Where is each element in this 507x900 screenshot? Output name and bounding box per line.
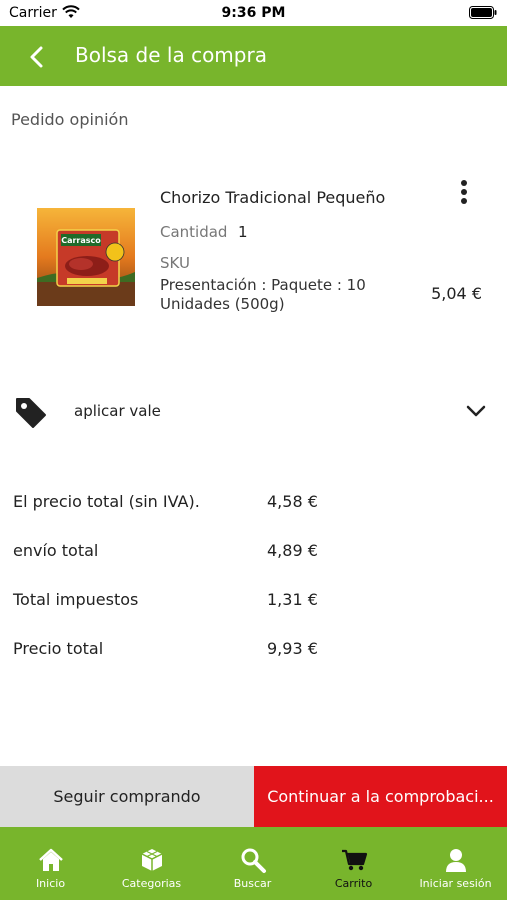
tab-label: Inicio: [35, 877, 66, 890]
summary-row-taxes: Total impuestos 1,31 €: [0, 586, 507, 616]
status-bar: Carrier 9:36 PM: [0, 0, 507, 26]
item-price: 5,04 €: [431, 284, 482, 303]
summary-value: 1,31 €: [267, 590, 318, 609]
tag-icon: [16, 398, 46, 428]
cart-actions: Seguir comprando Continuar a la comproba…: [0, 766, 507, 827]
tab-bar: Inicio Categorias Buscar Carrito Iniciar…: [0, 827, 507, 900]
summary-row-subtotal: El precio total (sin IVA). 4,58 €: [0, 488, 507, 518]
continue-shopping-button[interactable]: Seguir comprando: [0, 766, 254, 827]
summary-label: El precio total (sin IVA).: [13, 492, 200, 511]
summary-label: Total impuestos: [13, 590, 139, 609]
apply-voucher-row[interactable]: aplicar vale: [0, 386, 507, 438]
tab-label: Carrito: [334, 877, 373, 890]
page-title: Bolsa de la compra: [75, 43, 267, 67]
summary-row-total: Precio total 9,93 €: [0, 635, 507, 665]
tab-label: Buscar: [233, 877, 272, 890]
cart-icon: [341, 849, 367, 871]
clock: 9:36 PM: [221, 5, 286, 21]
tab-label: Categorias: [121, 877, 182, 890]
product-package-image: Carrasco: [37, 208, 135, 306]
quantity-value: 1: [238, 223, 248, 241]
sku-label: SKU: [160, 254, 190, 272]
chevron-left-icon[interactable]: [20, 40, 54, 74]
tab-login[interactable]: Iniciar sesión: [404, 827, 507, 900]
user-icon: [445, 849, 466, 872]
battery-icon: [469, 6, 497, 19]
summary-value: 4,89 €: [267, 541, 318, 560]
summary-label: envío total: [13, 541, 99, 560]
tab-label: Iniciar sesión: [419, 877, 492, 890]
tab-search[interactable]: Buscar: [202, 827, 303, 900]
search-icon: [241, 848, 266, 873]
summary-value: 9,93 €: [267, 639, 318, 658]
tab-categories[interactable]: Categorias: [101, 827, 202, 900]
voucher-label: aplicar vale: [74, 402, 161, 420]
section-label: Pedido opinión: [11, 110, 129, 129]
product-image[interactable]: Carrasco: [37, 208, 135, 306]
chevron-down-icon[interactable]: [466, 404, 486, 418]
quantity-label: Cantidad: [160, 223, 228, 241]
product-brand-text: Carrasco: [61, 236, 101, 245]
product-presentation: Presentación : Paquete : 10 Unidades (50…: [160, 276, 366, 313]
summary-row-shipping: envío total 4,89 €: [0, 537, 507, 567]
product-name[interactable]: Chorizo Tradicional Pequeño: [160, 188, 385, 207]
summary-value: 4,58 €: [267, 492, 318, 511]
cube-icon: [141, 849, 162, 871]
tab-cart[interactable]: Carrito: [303, 827, 404, 900]
nav-bar: Bolsa de la compra: [0, 26, 507, 86]
more-vertical-icon[interactable]: [452, 178, 476, 208]
home-icon: [38, 848, 63, 871]
summary-label: Precio total: [13, 639, 104, 658]
tab-home[interactable]: Inicio: [0, 827, 101, 900]
checkout-button[interactable]: Continuar a la comprobaci...: [254, 766, 507, 827]
